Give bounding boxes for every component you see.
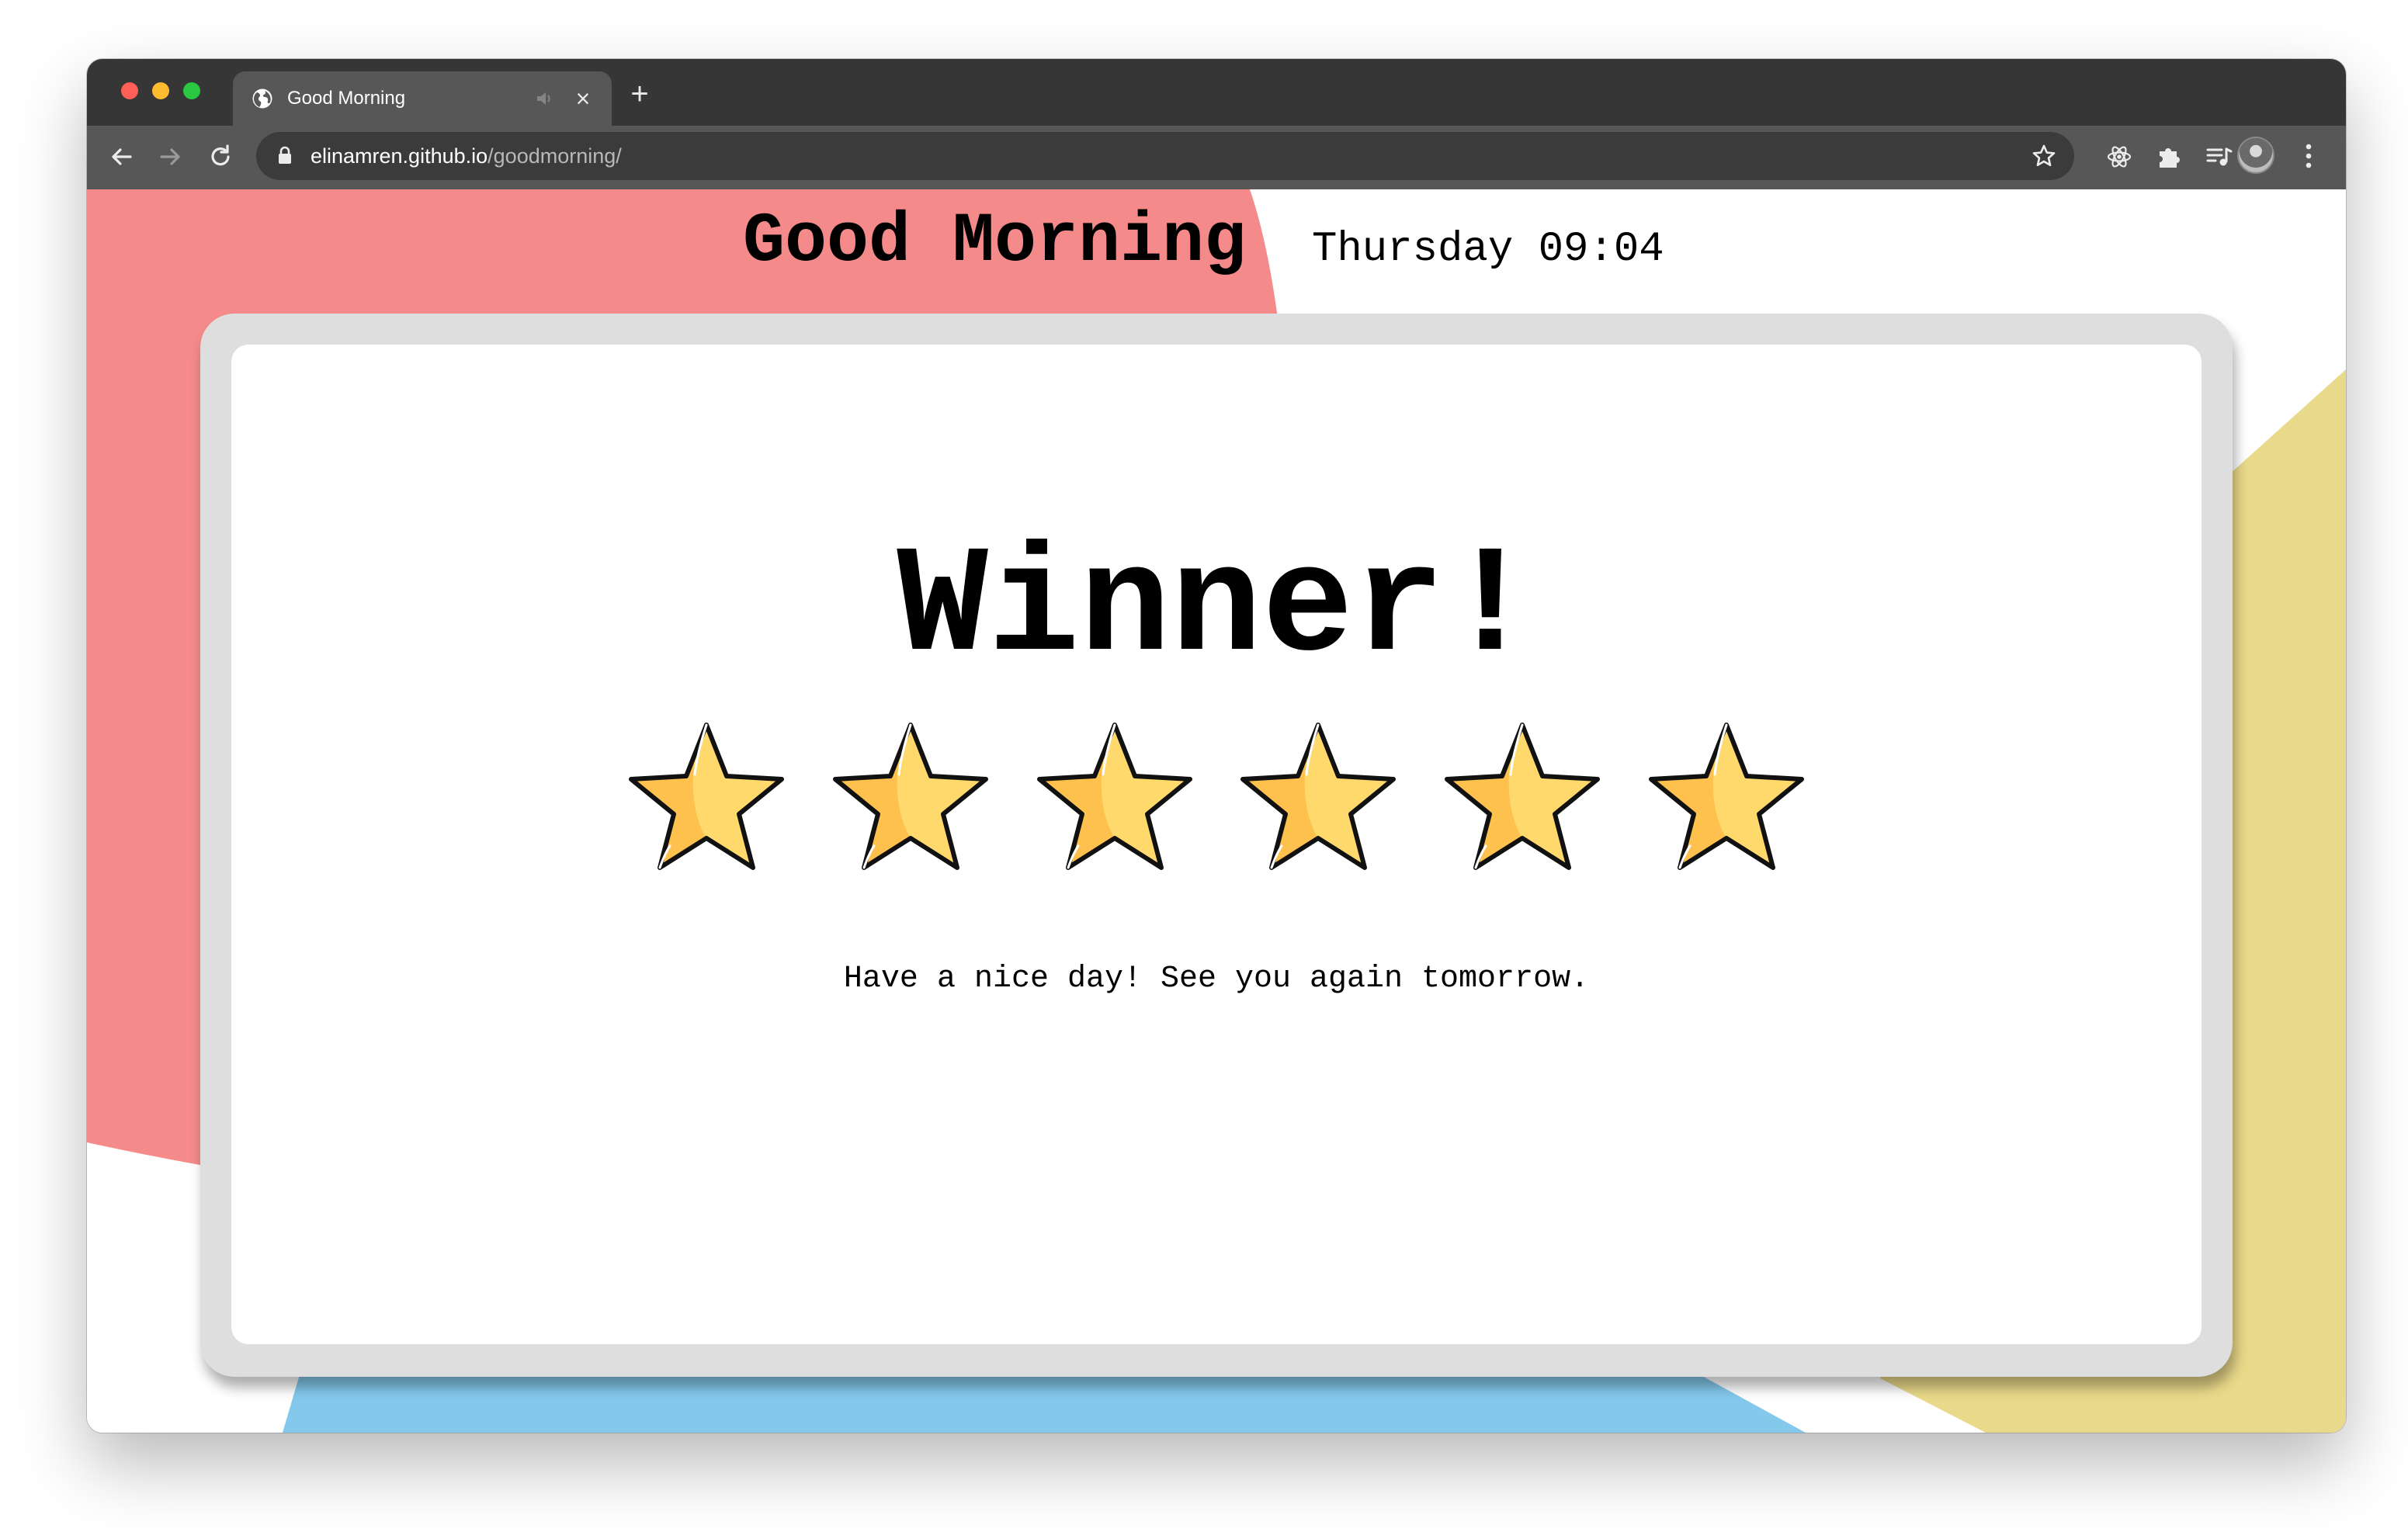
globe-icon: [252, 88, 272, 109]
bookmark-star-icon[interactable]: [2031, 143, 2057, 169]
minimize-window-button[interactable]: [152, 82, 169, 99]
close-window-button[interactable]: [121, 82, 138, 99]
star-icon: [1649, 723, 1804, 870]
tab-title: Good Morning: [287, 88, 406, 109]
lock-icon[interactable]: [278, 146, 292, 165]
url-text[interactable]: elinamren.github.io/goodmorning/: [311, 143, 622, 169]
browser-toolbar: elinamren.github.io/goodmorning/: [87, 126, 2346, 189]
page-content: Good Morning Thursday 09:04 Winner! Have…: [87, 189, 2346, 1433]
star-icon: [1240, 723, 1396, 870]
url-host: elinamren.github.io: [311, 144, 488, 168]
speaker-icon[interactable]: [536, 90, 554, 107]
address-bar[interactable]: elinamren.github.io/goodmorning/: [256, 132, 2074, 180]
more-menu-icon[interactable]: [2299, 140, 2318, 172]
forward-arrow-icon[interactable]: [155, 141, 186, 172]
react-extension-icon[interactable]: [2104, 141, 2135, 172]
star-icon: [1037, 723, 1192, 870]
day-time: Thursday 09:04: [1312, 226, 1664, 273]
tab-strip: Good Morning × +: [87, 59, 2346, 126]
stars-row: [625, 719, 1808, 874]
page-title: Good Morning: [743, 203, 1247, 282]
maximize-window-button[interactable]: [183, 82, 200, 99]
star-icon: [1445, 723, 1600, 870]
close-tab-button[interactable]: ×: [570, 85, 596, 112]
profile-avatar[interactable]: [2239, 138, 2273, 172]
result-card: Winner! Have a nice day! See you again t…: [231, 345, 2202, 1344]
winner-heading: Winner!: [897, 522, 1536, 695]
browser-window: Good Morning × + elinamren.github.io/goo…: [87, 59, 2346, 1433]
puzzle-extension-icon[interactable]: [2153, 141, 2184, 172]
farewell-message: Have a nice day! See you again tomorrow.: [843, 962, 1590, 996]
media-queue-icon[interactable]: [2203, 141, 2234, 172]
new-tab-button[interactable]: +: [624, 78, 655, 110]
tab-good-morning[interactable]: Good Morning ×: [233, 71, 612, 126]
back-arrow-icon[interactable]: [106, 141, 137, 172]
reload-icon[interactable]: [205, 141, 236, 172]
url-path: /goodmorning/: [487, 144, 622, 168]
star-icon: [629, 723, 784, 870]
star-icon: [833, 723, 988, 870]
